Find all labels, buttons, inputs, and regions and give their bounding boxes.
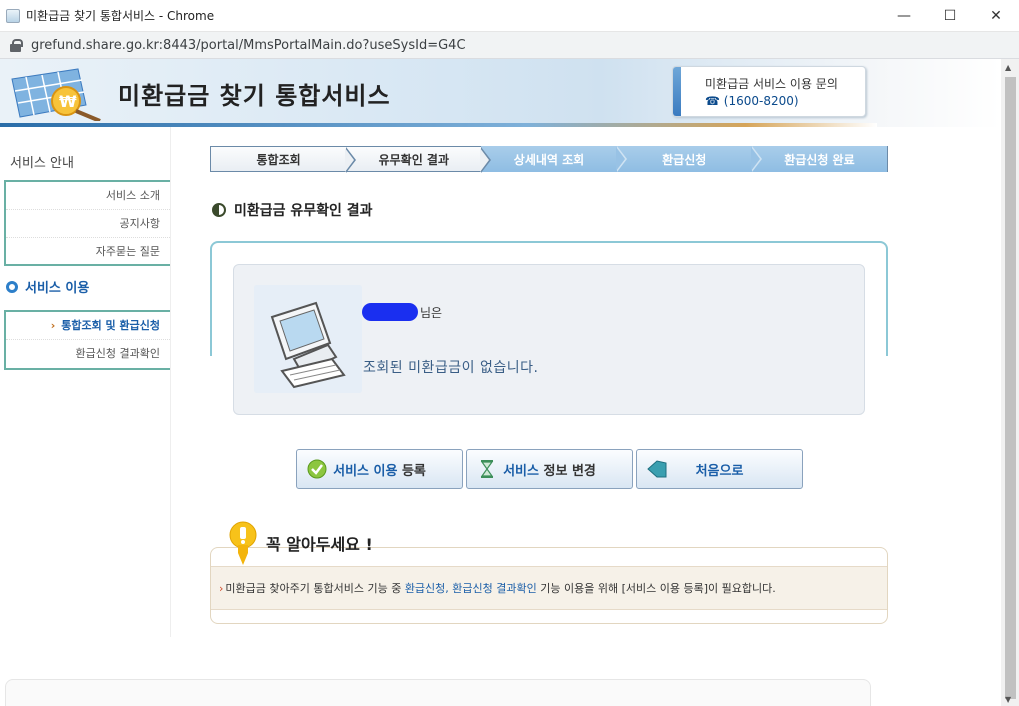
refund-calculator-logo-icon: ₩ <box>11 68 101 121</box>
notice-arrow-icon: › <box>219 582 224 595</box>
sidebar: 서비스 안내 서비스 소개 공지사항 자주묻는 질문 서비스 이용 › 통합조회 … <box>0 127 172 637</box>
progress-steps: 통합조회 유무확인 결과 상세내역 조회 환급신청 환급신청 완료 <box>210 146 889 173</box>
scrollbar-thumb[interactable] <box>1005 77 1016 699</box>
back-arrow-icon <box>647 460 667 478</box>
hourglass-icon <box>480 460 494 478</box>
step-refund-complete: 환급신청 완료 <box>751 146 889 172</box>
vertical-scrollbar[interactable]: ▲ ▼ <box>1001 59 1019 706</box>
sidebar-section-service-info: 서비스 안내 <box>10 156 74 171</box>
sidebar-section-label: 서비스 이용 <box>25 281 90 296</box>
result-heading-text: 미환급금 유무확인 결과 <box>234 203 373 219</box>
notice-title-text: 꼭 알아두세요 ! <box>266 535 373 554</box>
scroll-down-icon[interactable]: ▼ <box>1005 695 1011 704</box>
no-refund-message: 조회된 미환급금이 없습니다. <box>363 360 539 376</box>
step-existence-result: 유무확인 결과 <box>346 146 492 173</box>
lock-icon <box>10 38 23 52</box>
result-panel: 님은 조회된 미환급금이 없습니다. <box>233 264 865 415</box>
step-lookup: 통합조회 <box>210 146 357 173</box>
change-label: 정보 변경 <box>538 463 596 479</box>
step-detail-lookup: 상세내역 조회 <box>481 146 627 172</box>
step-label: 통합조회 <box>256 152 301 167</box>
site-favicon-icon <box>6 8 20 23</box>
action-buttons: 서비스 이용 등록 서비스 정보 변경 처음으로 <box>296 449 806 489</box>
sidebar-item-notices[interactable]: 공지사항 <box>6 210 170 238</box>
notice-text: › 미환급금 찾아주기 통합서비스 기능 중 환급신청, 환급신청 결과확인 기능… <box>219 580 776 596</box>
contact-phone: ☎ (1600-8200) <box>705 94 799 108</box>
change-label-highlight: 서비스 <box>503 463 539 479</box>
change-info-button[interactable]: 서비스 정보 변경 <box>466 449 633 489</box>
register-service-button[interactable]: 서비스 이용 등록 <box>296 449 463 489</box>
register-label-highlight: 서비스 이용 <box>333 463 398 479</box>
home-label: 처음으로 <box>695 463 744 479</box>
maximize-button[interactable]: ☐ <box>927 0 973 32</box>
site-title[interactable]: 미환급금 찾기 통합서비스 <box>118 76 391 111</box>
minimize-button[interactable]: — <box>881 0 927 32</box>
page-content: ₩ 미환급금 찾기 통합서비스 미환급금 서비스 이용 문의 ☎ (1600-8… <box>0 59 1001 706</box>
scroll-up-icon[interactable]: ▲ <box>1005 63 1011 72</box>
step-refund-apply: 환급신청 <box>616 146 762 172</box>
user-name: 님은 <box>362 303 442 321</box>
result-heading: 미환급금 유무확인 결과 <box>212 200 373 220</box>
browser-titlebar: 미환급금 찾기 통합서비스 - Chrome — ☐ ✕ <box>0 0 1019 32</box>
sidebar-item-lookup-refund[interactable]: › 통합조회 및 환급신청 <box>6 312 170 340</box>
computer-icon <box>254 285 362 393</box>
chevron-right-icon: › <box>50 319 56 332</box>
contact-label: 미환급금 서비스 이용 문의 <box>705 77 838 91</box>
step-label: 환급신청 완료 <box>784 152 855 167</box>
redacted-name <box>362 303 418 321</box>
step-label: 환급신청 <box>662 152 707 167</box>
contact-box: 미환급금 서비스 이용 문의 ☎ (1600-8200) <box>672 66 866 117</box>
address-bar[interactable]: grefund.share.go.kr:8443/portal/MmsPorta… <box>0 32 1019 59</box>
site-header: ₩ 미환급금 찾기 통합서비스 미환급금 서비스 이용 문의 ☎ (1600-8… <box>0 59 1001 127</box>
sidebar-divider <box>170 127 171 637</box>
check-circle-icon <box>307 459 327 479</box>
notice-title: 꼭 알아두세요 ! <box>228 521 373 565</box>
register-label: 등록 <box>397 463 426 479</box>
footer-box <box>5 679 871 706</box>
sidebar-item-label: 통합조회 및 환급신청 <box>61 319 160 332</box>
sidebar-item-service-intro[interactable]: 서비스 소개 <box>6 182 170 210</box>
lightbulb-icon <box>229 521 257 565</box>
step-label: 상세내역 조회 <box>513 152 585 167</box>
sidebar-section-service-use: 서비스 이용 <box>6 277 89 296</box>
half-circle-icon <box>212 203 226 217</box>
sidebar-menu-info: 서비스 소개 공지사항 자주묻는 질문 <box>4 180 170 266</box>
home-button[interactable]: 처음으로 <box>636 449 803 489</box>
notice-text-part: 기능 이용을 위해 [서비스 이용 등록]이 필요합니다. <box>536 582 776 595</box>
svg-text:₩: ₩ <box>59 92 77 111</box>
url-text[interactable]: grefund.share.go.kr:8443/portal/MmsPorta… <box>31 38 466 53</box>
step-label: 유무확인 결과 <box>378 152 450 167</box>
sidebar-menu-use: › 통합조회 및 환급신청 환급신청 결과확인 <box>4 310 170 370</box>
notice-inner: › 미환급금 찾아주기 통합서비스 기능 중 환급신청, 환급신청 결과확인 기능… <box>211 566 887 610</box>
sidebar-item-faq[interactable]: 자주묻는 질문 <box>6 238 170 266</box>
notice-link-text: 환급신청, 환급신청 결과확인 <box>404 582 537 595</box>
user-suffix: 님은 <box>420 305 443 320</box>
contact-accent <box>673 67 681 116</box>
window-title: 미환급금 찾기 통합서비스 - Chrome <box>26 9 215 23</box>
circle-bullet-icon <box>6 280 18 293</box>
notice-text-part: 미환급금 찾아주기 통합서비스 기능 중 <box>225 582 405 595</box>
sidebar-item-refund-result[interactable]: 환급신청 결과확인 <box>6 340 170 368</box>
close-button[interactable]: ✕ <box>973 0 1019 32</box>
